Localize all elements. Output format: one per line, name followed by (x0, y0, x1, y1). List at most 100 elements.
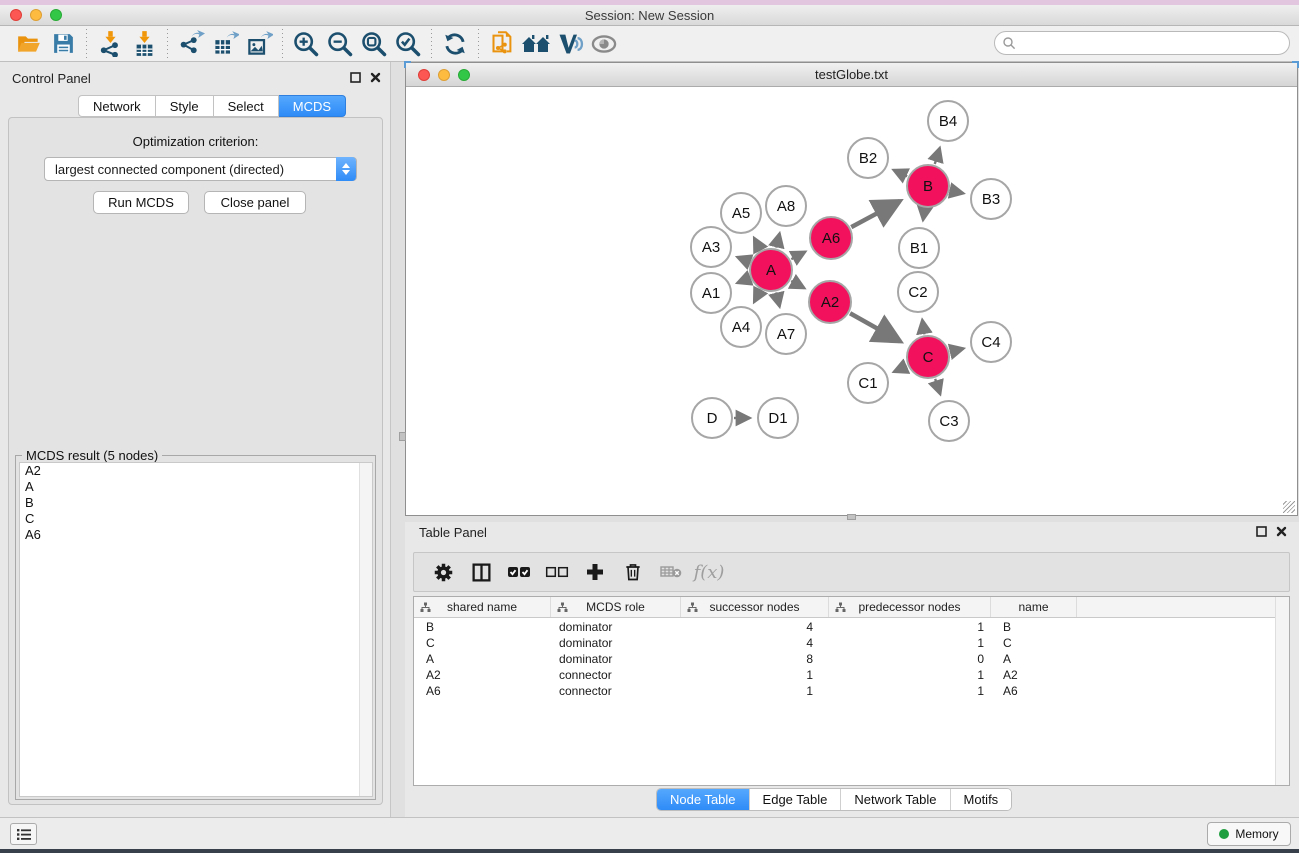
deselect-all-button[interactable] (538, 556, 576, 588)
zoom-in-button[interactable] (289, 29, 323, 59)
column-header-name[interactable]: name (991, 597, 1077, 617)
refresh-button[interactable] (438, 29, 472, 59)
table-scrollbar[interactable] (1275, 597, 1289, 785)
graph-edge-C-C4[interactable] (950, 348, 963, 351)
optimization-criterion-select[interactable]: largest connected component (directed) (44, 157, 357, 181)
minimize-network-button[interactable] (438, 69, 450, 81)
memory-status-icon (1219, 829, 1229, 839)
scroll-handle[interactable] (399, 432, 406, 441)
open-file-button[interactable] (12, 29, 46, 59)
export-image-button[interactable] (242, 29, 276, 59)
tab-select[interactable]: Select (214, 95, 279, 117)
run-mcds-button[interactable]: Run MCDS (93, 191, 189, 214)
import-network-button[interactable] (93, 29, 127, 59)
delete-column-button[interactable] (614, 556, 652, 588)
graph-edge-A-A6[interactable] (791, 252, 805, 260)
export-table-button[interactable] (208, 29, 242, 59)
tab-mcds[interactable]: MCDS (279, 95, 346, 117)
columns-icon (471, 562, 492, 583)
network-snapshot-button[interactable] (485, 29, 519, 59)
mcds-result-item[interactable]: C (20, 511, 372, 527)
graph-node-label: A5 (732, 205, 750, 222)
table-row[interactable]: A6connector11A6 (414, 683, 1276, 699)
float-panel-icon[interactable] (350, 72, 361, 83)
zoom-out-button[interactable] (323, 29, 357, 59)
gear-button[interactable] (424, 556, 462, 588)
table-row[interactable]: A2connector11A2 (414, 667, 1276, 683)
column-header-predecessor-nodes[interactable]: predecessor nodes (829, 597, 991, 617)
delete-icon (623, 562, 643, 582)
zoom-in-icon (292, 30, 320, 58)
column-header-empty (1077, 597, 1276, 617)
graphics-details-button[interactable] (553, 29, 587, 59)
search-input[interactable] (994, 31, 1290, 55)
mcds-result-item[interactable]: A6 (20, 527, 372, 543)
tab-network[interactable]: Network (78, 95, 156, 117)
graph-edge-C-C1[interactable] (894, 366, 907, 372)
zoom-selected-button[interactable] (391, 29, 425, 59)
graph-edge-C-C2[interactable] (922, 320, 924, 335)
save-session-button[interactable] (46, 29, 80, 59)
graph-edge-A-A5[interactable] (754, 238, 760, 250)
close-panel-button[interactable]: Close panel (204, 191, 306, 214)
graph-edge-A-A1[interactable] (737, 278, 749, 283)
graph-edge-B-B1[interactable] (923, 209, 925, 221)
memory-button[interactable]: Memory (1207, 822, 1291, 846)
table-row[interactable]: Adominator80A (414, 651, 1276, 667)
scroll-handle[interactable] (847, 514, 856, 520)
tab-edge-table[interactable]: Edge Table (750, 789, 842, 810)
mcds-result-item[interactable]: A (20, 479, 372, 495)
zoom-fit-button[interactable] (357, 29, 391, 59)
minimize-window-button[interactable] (30, 9, 42, 21)
graph-node-label: B3 (982, 191, 1000, 208)
zoom-window-button[interactable] (50, 9, 62, 21)
close-panel-icon[interactable] (370, 72, 381, 83)
tab-motifs[interactable]: Motifs (951, 789, 1012, 810)
graph-edge-A-A3[interactable] (737, 257, 749, 262)
graph-edge-B-B2[interactable] (893, 170, 907, 176)
mcds-result-item[interactable]: A2 (20, 463, 372, 479)
zoom-network-button[interactable] (458, 69, 470, 81)
import-table-button[interactable] (127, 29, 161, 59)
tab-style[interactable]: Style (156, 95, 214, 117)
close-network-button[interactable] (418, 69, 430, 81)
tab-network-table[interactable]: Network Table (841, 789, 950, 810)
network-window-titlebar[interactable]: testGlobe.txt (406, 63, 1297, 87)
column-header-shared-name[interactable]: shared name (414, 597, 551, 617)
graph-edge-A-A7[interactable] (776, 292, 779, 306)
list-scrollbar[interactable] (359, 463, 372, 796)
resize-grip-icon[interactable] (1283, 501, 1295, 513)
graph-edge-A-A2[interactable] (791, 281, 804, 288)
eye-button[interactable] (587, 29, 621, 59)
columns-button[interactable] (462, 556, 500, 588)
graph-edge-C-C3[interactable] (935, 379, 940, 395)
graph-node-label: A2 (821, 294, 839, 311)
close-panel-icon[interactable] (1276, 526, 1287, 537)
float-panel-icon[interactable] (1256, 526, 1267, 537)
zoom-out-icon (326, 30, 354, 58)
delete-table-button[interactable] (652, 556, 690, 588)
table-row[interactable]: Bdominator41B (414, 619, 1276, 635)
tab-node-table[interactable]: Node Table (657, 789, 750, 810)
table-row[interactable]: Cdominator41C (414, 635, 1276, 651)
graph-edge-B-B3[interactable] (951, 191, 964, 194)
select-all-button[interactable] (500, 556, 538, 588)
add-column-button[interactable] (576, 556, 614, 588)
export-network-button[interactable] (174, 29, 208, 59)
network-canvas[interactable]: B4B2BB3A5A8A6A3B1AA1C2A2A4A7CC4C1C3DD1 (407, 88, 1296, 514)
close-window-button[interactable] (10, 9, 22, 21)
graph-edge-A-A8[interactable] (776, 233, 779, 247)
task-history-button[interactable] (10, 823, 37, 845)
toolbar-separator (431, 29, 432, 59)
graph-edge-A6-B[interactable] (851, 201, 900, 227)
home-button[interactable] (519, 29, 553, 59)
graph-edge-A-A4[interactable] (754, 290, 760, 302)
graph-edge-A2-C[interactable] (850, 313, 900, 341)
mcds-result-item[interactable]: B (20, 495, 372, 511)
import-network-icon (97, 30, 124, 57)
table-cell: 1 (681, 667, 829, 683)
column-header-mcds-role[interactable]: MCDS role (551, 597, 681, 617)
graph-edge-B-B4[interactable] (935, 148, 940, 164)
column-header-successor-nodes[interactable]: successor nodes (681, 597, 829, 617)
function-builder-button[interactable]: f(x) (690, 556, 728, 588)
